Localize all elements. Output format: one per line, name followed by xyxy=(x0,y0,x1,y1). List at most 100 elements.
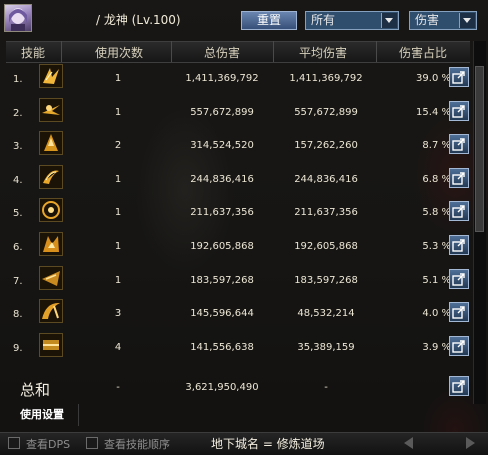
scrollbar-thumb[interactable] xyxy=(475,66,484,232)
row-total-damage: 244,836,416 xyxy=(190,173,254,185)
share-icon xyxy=(452,172,465,185)
show-dps-checkbox[interactable] xyxy=(8,437,20,449)
share-row-button[interactable] xyxy=(449,100,469,121)
row-uses: 3 xyxy=(114,308,122,320)
show-dps-label: 查看DPS xyxy=(26,438,71,451)
row-total-damage: 1,411,369,792 xyxy=(185,73,259,84)
row-damage-share: 6.8 % xyxy=(422,173,451,185)
row-damage-share: 4.0 % xyxy=(422,308,451,320)
show-skill-order-checkbox[interactable] xyxy=(86,437,98,449)
row-average-damage: 157,262,260 xyxy=(294,140,358,152)
column-header-damage-share: 伤害占比 xyxy=(398,46,447,60)
row-average-damage: 244,836,416 xyxy=(294,173,358,185)
share-icon xyxy=(452,205,465,219)
share-row-button[interactable] xyxy=(449,335,469,356)
column-header-average-damage: 平均伤害 xyxy=(298,46,347,60)
table-header: 技能 使用次数 总伤害 平均伤害 伤害占比 xyxy=(6,41,470,63)
skill-6-icon xyxy=(39,232,63,256)
total-uses: - xyxy=(116,382,120,393)
share-icon xyxy=(452,104,465,118)
total-damage: 3,621,950,490 xyxy=(185,382,259,393)
row-damage-share: 8.7 % xyxy=(422,140,451,152)
filter-select[interactable]: 所有 xyxy=(305,11,399,30)
share-total-button[interactable] xyxy=(449,376,469,396)
share-icon xyxy=(452,340,465,353)
row-uses: 1 xyxy=(114,207,122,219)
share-row-button[interactable] xyxy=(449,67,469,87)
row-average-damage: 35,389,159 xyxy=(297,341,355,353)
table-row: 8. 3 145,596,644 48,532,214 4.0 % xyxy=(6,297,470,330)
row-total-damage: 145,596,644 xyxy=(190,308,254,320)
skill-7-icon xyxy=(39,265,63,290)
table-row: 5. 1 211,637,356 211,637,356 5.8 % xyxy=(6,196,470,229)
row-average-damage: 183,597,268 xyxy=(294,274,358,286)
share-row-button[interactable] xyxy=(449,201,469,222)
share-row-button[interactable] xyxy=(449,302,469,323)
skill-9-icon xyxy=(39,332,63,357)
row-average-damage: 1,411,369,792 xyxy=(289,73,363,84)
metric-select[interactable]: 伤害 xyxy=(409,11,477,30)
share-icon xyxy=(452,138,465,151)
filter-select-value: 所有 xyxy=(311,13,336,27)
row-index: 7. xyxy=(13,275,23,287)
column-header-skill: 技能 xyxy=(20,46,45,60)
row-index: 2. xyxy=(13,107,23,119)
skill-1-icon xyxy=(39,64,63,88)
row-damage-share: 3.9 % xyxy=(422,341,451,353)
tab-usage-settings[interactable]: 使用设置 xyxy=(6,404,79,426)
skill-8-icon xyxy=(39,299,63,324)
table-row: 6. 1 192,605,868 192,605,868 5.3 % xyxy=(6,230,470,263)
share-row-button[interactable] xyxy=(449,268,469,289)
row-damage-share: 39.0 % xyxy=(416,73,451,84)
total-label: 总和 xyxy=(20,381,51,399)
row-index: 5. xyxy=(13,208,23,220)
chevron-down-icon xyxy=(459,13,475,28)
row-total-damage: 141,556,638 xyxy=(190,341,254,353)
row-total-damage: 183,597,268 xyxy=(190,274,254,286)
row-uses: 1 xyxy=(114,106,122,118)
row-uses: 2 xyxy=(114,140,122,152)
row-total-damage: 314,524,520 xyxy=(190,140,254,152)
row-index: 9. xyxy=(13,342,23,354)
column-divider xyxy=(273,41,274,62)
row-damage-share: 5.3 % xyxy=(422,241,451,252)
table-row: 2. 1 557,672,899 557,672,899 15.4 % xyxy=(6,96,470,129)
row-average-damage: 211,637,356 xyxy=(294,207,358,219)
column-header-total-damage: 总伤害 xyxy=(203,46,240,60)
character-title: / 龙神 (Lv.100) xyxy=(96,13,181,27)
metric-select-value: 伤害 xyxy=(415,13,440,27)
table-row: 4. 1 244,836,416 244,836,416 6.8 % xyxy=(6,163,470,196)
skill-2-icon xyxy=(39,97,63,122)
share-icon xyxy=(452,306,465,319)
row-total-damage: 557,672,899 xyxy=(190,106,254,118)
row-index: 4. xyxy=(13,174,23,186)
table-row: 3. 2 314,524,520 157,262,260 8.7 % xyxy=(6,129,470,162)
arrow-left-icon[interactable] xyxy=(404,437,413,449)
row-damage-share: 5.8 % xyxy=(422,207,451,219)
skill-5-icon xyxy=(39,198,63,223)
column-header-uses: 使用次数 xyxy=(94,46,143,60)
table-row: 9. 4 141,556,638 35,389,159 3.9 % xyxy=(6,331,470,364)
character-avatar xyxy=(4,4,32,32)
column-divider xyxy=(171,41,172,62)
skill-3-icon xyxy=(39,131,63,156)
column-divider xyxy=(376,41,377,62)
arrow-right-icon[interactable] xyxy=(466,437,475,449)
row-damage-share: 15.4 % xyxy=(416,106,451,118)
share-icon xyxy=(452,380,465,393)
skill-4-icon xyxy=(39,164,63,189)
share-row-button[interactable] xyxy=(449,167,469,188)
row-index: 6. xyxy=(13,242,23,253)
row-uses: 4 xyxy=(114,341,122,353)
share-row-button[interactable] xyxy=(449,235,469,255)
table-row: 7. 1 183,597,268 183,597,268 5.1 % xyxy=(6,264,470,297)
row-uses: 1 xyxy=(114,73,122,84)
reset-button[interactable]: 重置 xyxy=(241,11,297,30)
share-row-button[interactable] xyxy=(449,134,469,155)
row-index: 8. xyxy=(13,309,23,321)
row-index: 1. xyxy=(13,74,23,85)
dungeon-location: 地下城名 = 修炼道场 xyxy=(211,437,325,451)
row-uses: 1 xyxy=(114,241,122,252)
share-icon xyxy=(452,239,465,252)
row-average-damage: 48,532,214 xyxy=(297,308,355,320)
